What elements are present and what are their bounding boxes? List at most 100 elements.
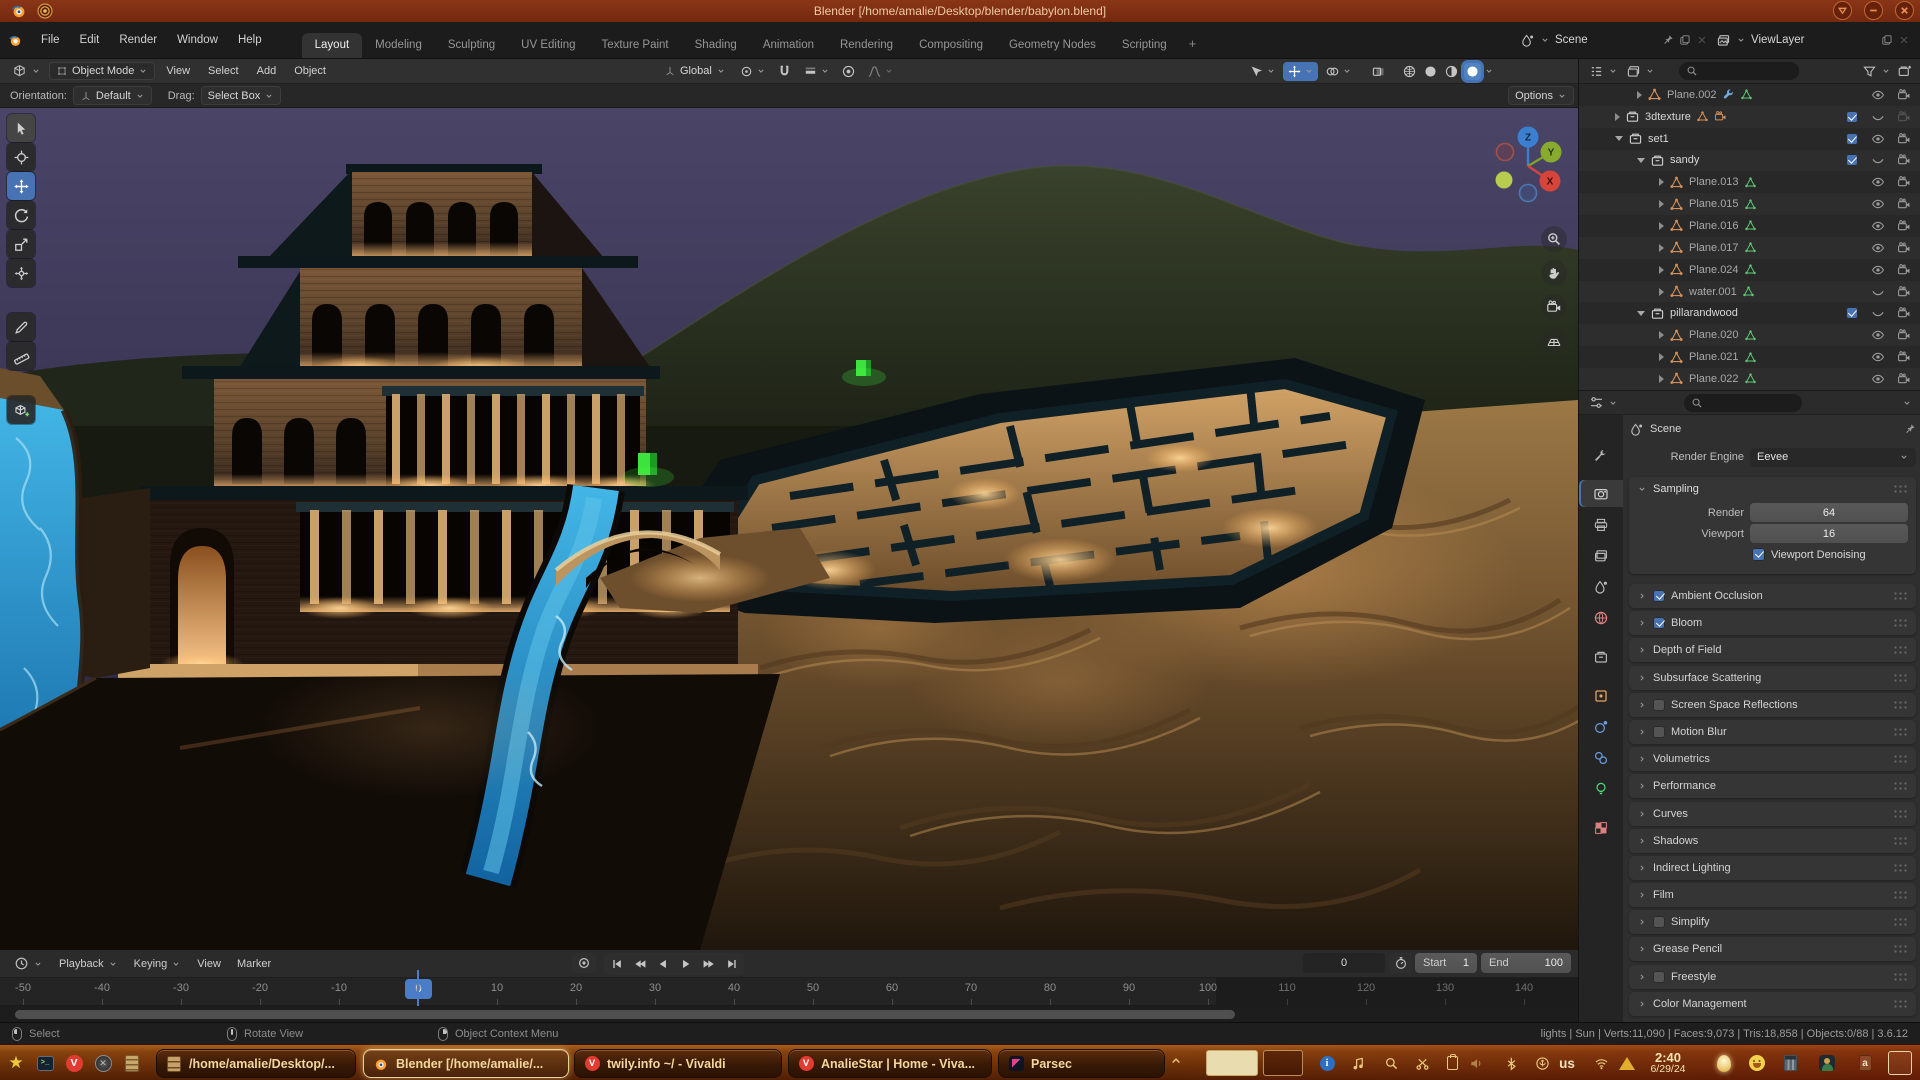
- menu-window[interactable]: Window: [167, 29, 228, 51]
- tab-uv-editing[interactable]: UV Editing: [508, 33, 588, 58]
- show-gizmo-toggle[interactable]: [1283, 62, 1318, 81]
- tray-warning-icon[interactable]: [1616, 1051, 1638, 1075]
- panel-checkbox[interactable]: [1653, 971, 1665, 983]
- expand-icon[interactable]: [1659, 222, 1664, 230]
- panel-bloom[interactable]: Bloom: [1629, 611, 1916, 635]
- properties-tab-object[interactable]: [1579, 682, 1623, 709]
- panel-motion-blur[interactable]: Motion Blur: [1629, 720, 1916, 744]
- tab-modeling[interactable]: Modeling: [362, 33, 435, 58]
- pin-icon[interactable]: [1662, 34, 1674, 46]
- tray-bluetooth-icon[interactable]: [1500, 1051, 1522, 1075]
- camera-visibility-toggle[interactable]: [1893, 350, 1914, 364]
- outliner-row-plane-013[interactable]: Plane.013: [1579, 171, 1920, 193]
- tray-music-icon[interactable]: [1347, 1051, 1369, 1075]
- shading-solid[interactable]: [1422, 63, 1439, 80]
- expand-icon[interactable]: [1659, 288, 1664, 296]
- outliner-filter-dropdown[interactable]: [1860, 62, 1893, 81]
- panel-grip[interactable]: [1893, 863, 1908, 873]
- camera-visibility-toggle[interactable]: [1893, 132, 1914, 146]
- properties-tab-constraints[interactable]: [1579, 744, 1623, 771]
- collection-checkbox[interactable]: [1846, 154, 1858, 166]
- frame-start-field[interactable]: Start1: [1415, 953, 1477, 973]
- tool-cursor[interactable]: [7, 143, 35, 171]
- camera-visibility-toggle[interactable]: [1893, 153, 1914, 167]
- panel-grip[interactable]: [1893, 591, 1908, 601]
- launcher-terminal[interactable]: >_: [35, 1052, 55, 1074]
- next-keyframe-button[interactable]: [697, 954, 720, 974]
- selectability-dropdown[interactable]: [1245, 62, 1280, 81]
- options-dropdown[interactable]: Options: [1508, 86, 1574, 105]
- menu-help[interactable]: Help: [228, 29, 272, 51]
- tool-rotate[interactable]: [7, 201, 35, 229]
- properties-tab-physics[interactable]: [1579, 713, 1623, 740]
- scene-selector[interactable]: Scene: [1520, 28, 1708, 52]
- hide-eye-toggle[interactable]: [1867, 219, 1888, 233]
- outliner-row-plane-017[interactable]: Plane.017: [1579, 237, 1920, 259]
- tray-clock[interactable]: 2:406/29/24: [1641, 1051, 1695, 1075]
- panel-grip[interactable]: [1893, 836, 1908, 846]
- properties-editor-type-dropdown[interactable]: [1587, 393, 1620, 412]
- camera-view-button[interactable]: [1541, 294, 1567, 320]
- taskbar-window-1[interactable]: /home/amalie/Desktop/...: [156, 1049, 356, 1078]
- collection-checkbox[interactable]: [1846, 133, 1858, 145]
- pin-id-icon[interactable]: [1904, 423, 1916, 435]
- zoom-button[interactable]: [1541, 226, 1567, 252]
- expand-icon[interactable]: [1659, 178, 1664, 186]
- launcher-settings-wheel[interactable]: ✕: [93, 1052, 113, 1074]
- tray-volume-icon[interactable]: [1465, 1051, 1487, 1075]
- tool-annotate[interactable]: [7, 313, 35, 341]
- use-preview-range-toggle[interactable]: [1389, 953, 1412, 973]
- window-list-chevron[interactable]: [1170, 1055, 1182, 1070]
- hide-eye-toggle[interactable]: [1867, 328, 1888, 342]
- new-collection-button[interactable]: [1897, 64, 1912, 79]
- tab-texture-paint[interactable]: Texture Paint: [589, 33, 682, 58]
- current-frame-field[interactable]: 0: [1303, 953, 1385, 973]
- panel-grip[interactable]: [1893, 999, 1908, 1009]
- shading-rendered[interactable]: [1464, 63, 1481, 80]
- hide-eye-toggle[interactable]: [1867, 241, 1888, 255]
- expand-icon[interactable]: [1659, 200, 1664, 208]
- viewport-samples-field[interactable]: 16: [1750, 524, 1908, 543]
- panel-grip[interactable]: [1893, 781, 1908, 791]
- prev-keyframe-button[interactable]: [628, 954, 651, 974]
- proportional-editing-toggle[interactable]: [837, 62, 860, 81]
- navigation-gizmo[interactable]: Z Y X: [1486, 122, 1570, 206]
- expand-icon[interactable]: [1637, 158, 1645, 163]
- expand-icon[interactable]: [1659, 331, 1664, 339]
- window-minimize-button[interactable]: [1864, 1, 1883, 20]
- tab-geometry-nodes[interactable]: Geometry Nodes: [996, 33, 1109, 58]
- expand-icon[interactable]: [1637, 91, 1642, 99]
- play-reverse-button[interactable]: [651, 954, 674, 974]
- outliner-row-plane-020[interactable]: Plane.020: [1579, 324, 1920, 346]
- hide-eye-toggle[interactable]: [1867, 132, 1888, 146]
- hide-eye-toggle[interactable]: [1867, 350, 1888, 364]
- tray-egg-icon[interactable]: [1713, 1051, 1735, 1075]
- expand-icon[interactable]: [1615, 113, 1620, 121]
- timeline-ruler[interactable]: 0 -50-40-30-20-1001020304050607080901001…: [0, 978, 1578, 1006]
- panel-curves[interactable]: Curves: [1629, 802, 1916, 826]
- 3d-viewport[interactable]: Z Y X: [0, 108, 1578, 950]
- mode-dropdown[interactable]: Object Mode: [49, 62, 155, 80]
- panel-freestyle[interactable]: Freestyle: [1629, 965, 1916, 989]
- panel-grip[interactable]: [1893, 700, 1908, 710]
- outliner-display-mode-dropdown[interactable]: [1587, 62, 1620, 81]
- launcher-vivaldi[interactable]: V: [64, 1052, 84, 1074]
- tray-dictionary-icon[interactable]: a: [1854, 1051, 1876, 1075]
- outliner-row-water-001[interactable]: water.001: [1579, 281, 1920, 303]
- shading-material[interactable]: [1443, 63, 1460, 80]
- camera-visibility-toggle[interactable]: [1893, 306, 1914, 320]
- expand-icon[interactable]: [1659, 266, 1664, 274]
- tool-select-box[interactable]: [7, 114, 35, 142]
- tool-scale[interactable]: [7, 230, 35, 258]
- new-view-layer-icon[interactable]: [1881, 34, 1893, 46]
- panel-subsurface-scattering[interactable]: Subsurface Scattering: [1629, 666, 1916, 690]
- sampling-panel[interactable]: Sampling Render 64 Viewport 16 Viewport …: [1629, 477, 1916, 574]
- jump-start-button[interactable]: [605, 954, 628, 974]
- collection-checkbox[interactable]: [1846, 111, 1858, 123]
- panel-screen-space-reflections[interactable]: Screen Space Reflections: [1629, 693, 1916, 717]
- menu-file[interactable]: File: [31, 29, 70, 51]
- blender-app-menu[interactable]: [0, 33, 31, 48]
- xray-toggle[interactable]: [1367, 62, 1390, 81]
- remove-view-layer-icon[interactable]: [1898, 34, 1910, 46]
- properties-tab-texture[interactable]: [1579, 814, 1623, 841]
